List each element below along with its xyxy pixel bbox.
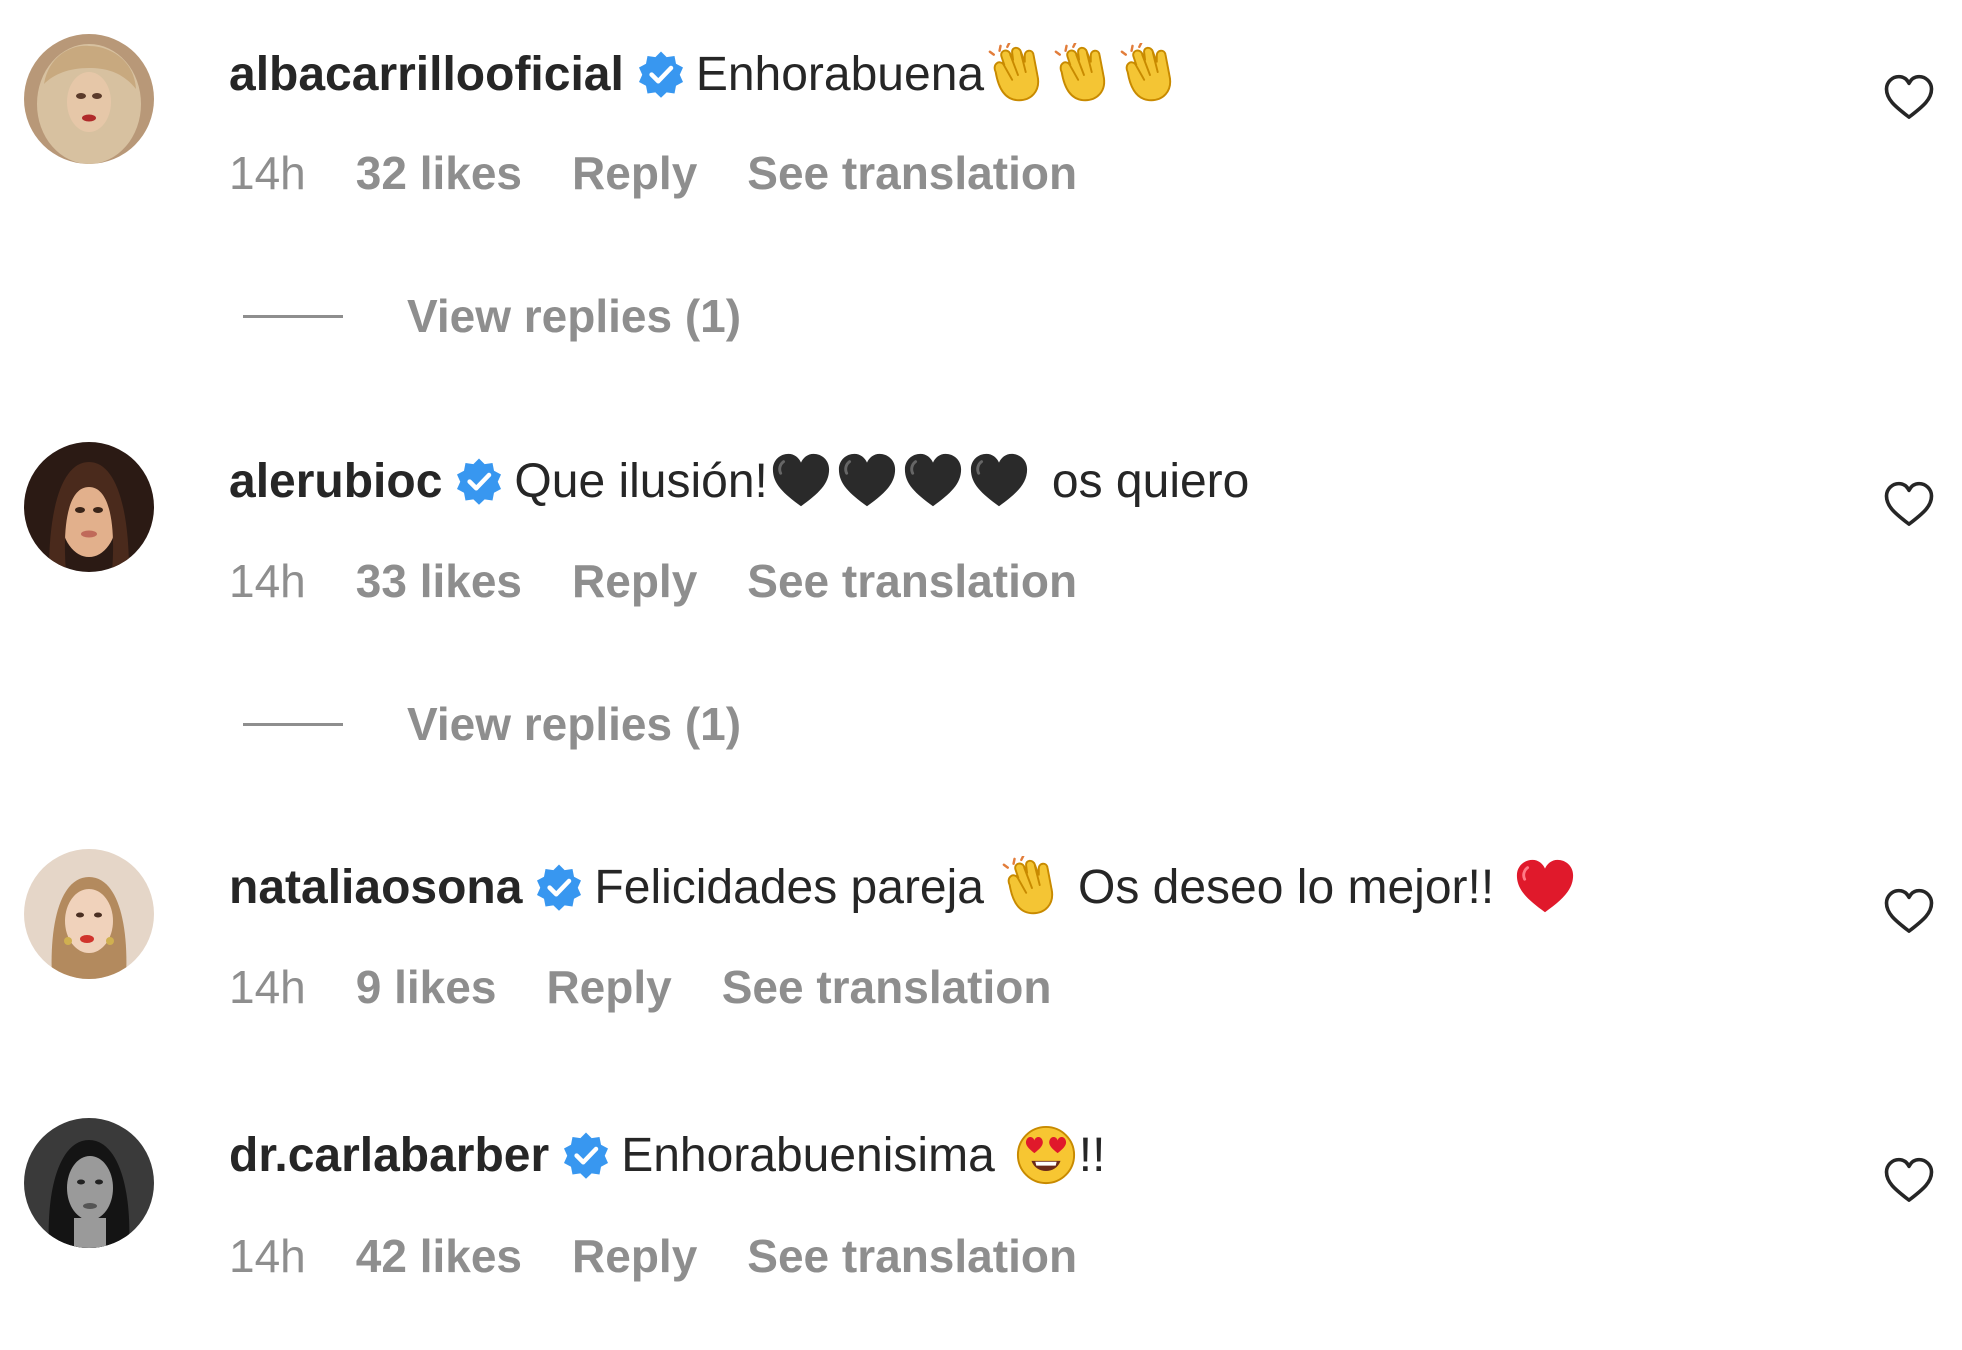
comment-text: Que ilusión! [514, 454, 768, 508]
likes-count[interactable]: 33 likes [356, 554, 522, 608]
comment-meta: 14h 9 likes Reply See translation [229, 952, 1101, 1022]
timestamp: 14h [229, 555, 306, 607]
avatar[interactable] [24, 849, 154, 979]
username[interactable]: nataliaosona [229, 860, 522, 915]
comment-meta: 14h 32 likes Reply See translation [229, 138, 1127, 208]
verified-badge-icon [636, 49, 686, 99]
verified-badge-icon [534, 862, 584, 912]
black-heart-emoji [770, 450, 832, 512]
reply-button[interactable]: Reply [572, 554, 697, 608]
black-heart-emoji [968, 450, 1030, 512]
username[interactable]: alerubioc [229, 454, 442, 509]
avatar[interactable] [24, 34, 154, 164]
comment-text: Enhorabuena [695, 47, 985, 101]
comment-text-middle: Os deseo lo mejor!! [1077, 860, 1495, 914]
reply-button[interactable]: Reply [572, 1229, 697, 1283]
comment-line: alerubioc Que ilusión! os quiero [229, 441, 1249, 521]
comment-line: dr.carlabarber Enhorabuenisima !! [229, 1115, 1105, 1195]
view-replies-label: View replies (1) [407, 290, 742, 342]
username[interactable]: dr.carlabarber [229, 1128, 549, 1183]
black-heart-emoji [902, 450, 964, 512]
view-replies-button[interactable]: View replies (1) [243, 281, 741, 351]
clap-emoji [986, 43, 1048, 105]
likes-count[interactable]: 9 likes [356, 960, 497, 1014]
reply-button[interactable]: Reply [572, 146, 697, 200]
heart-outline-icon[interactable] [1882, 1154, 1936, 1208]
likes-count[interactable]: 42 likes [356, 1229, 522, 1283]
comment-meta: 14h 42 likes Reply See translation [229, 1221, 1127, 1291]
heart-outline-icon[interactable] [1882, 885, 1936, 939]
comment-text-end: !! [1078, 1128, 1106, 1182]
red-heart-emoji [1514, 856, 1576, 918]
view-replies-button[interactable]: View replies (1) [243, 689, 741, 759]
divider [243, 722, 343, 726]
see-translation-button[interactable]: See translation [747, 554, 1077, 608]
comment-text: Felicidades pareja [594, 860, 984, 914]
divider [243, 314, 343, 318]
clap-emoji [1000, 856, 1062, 918]
verified-badge-icon [454, 456, 504, 506]
see-translation-button[interactable]: See translation [747, 1229, 1077, 1283]
heart-outline-icon[interactable] [1882, 71, 1936, 125]
comment-text-end: os quiero [1051, 454, 1250, 508]
comment-line: albacarrillooficial Enhorabuena [229, 34, 1182, 114]
comment-text: Enhorabuenisima [621, 1128, 995, 1182]
see-translation-button[interactable]: See translation [747, 146, 1077, 200]
avatar[interactable] [24, 1118, 154, 1248]
timestamp: 14h [229, 961, 306, 1013]
heart-eyes-emoji [1015, 1124, 1077, 1186]
likes-count[interactable]: 32 likes [356, 146, 522, 200]
see-translation-button[interactable]: See translation [722, 960, 1052, 1014]
username[interactable]: albacarrillooficial [229, 47, 624, 102]
clap-emoji [1118, 43, 1180, 105]
verified-badge-icon [561, 1130, 611, 1180]
reply-button[interactable]: Reply [546, 960, 671, 1014]
heart-outline-icon[interactable] [1882, 478, 1936, 532]
comment-meta: 14h 33 likes Reply See translation [229, 546, 1127, 616]
black-heart-emoji [836, 450, 898, 512]
clap-emoji [1052, 43, 1114, 105]
avatar[interactable] [24, 442, 154, 572]
timestamp: 14h [229, 147, 306, 199]
view-replies-label: View replies (1) [407, 698, 742, 750]
timestamp: 14h [229, 1230, 306, 1282]
comment-line: nataliaosona Felicidades pareja Os deseo… [229, 847, 1578, 927]
